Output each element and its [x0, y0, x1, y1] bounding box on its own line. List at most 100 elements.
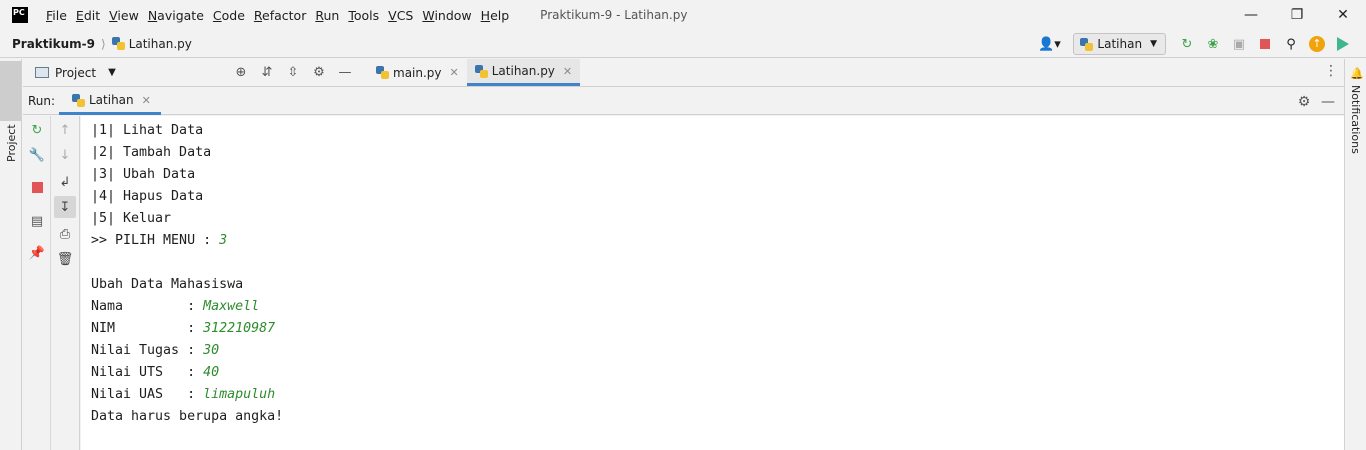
run-configuration-selector[interactable]: Latihan ▼ [1073, 33, 1166, 55]
console-line: |2| Tambah Data [91, 142, 1344, 164]
menu-item-view[interactable]: View [109, 8, 139, 23]
console-line: Data harus berupa angka! [91, 406, 1344, 428]
menu-mnemonic: C [212, 7, 222, 23]
close-tab-icon[interactable]: ✕ [563, 65, 572, 78]
arrow-up-icon[interactable]: ↑ [51, 119, 79, 141]
python-run-icon [72, 93, 85, 107]
locate-icon[interactable]: ⊕ [228, 65, 254, 80]
menu-item-vcs[interactable]: VCS [388, 8, 413, 23]
console-output-text: Data harus berupa angka! [91, 409, 284, 424]
coverage-icon[interactable]: ▣ [1226, 30, 1252, 58]
collapse-all-icon[interactable]: ⇳ [280, 65, 306, 80]
soft-wrap-icon[interactable]: ↲ [51, 171, 79, 193]
menu-label-rest: indow [434, 7, 472, 23]
breadcrumb-file-label: Latihan.py [128, 36, 192, 51]
rerun-icon[interactable]: ↻ [23, 119, 51, 141]
arrow-down-icon[interactable]: ↓ [51, 144, 79, 166]
console-output-text: |1| Lihat Data [91, 123, 204, 138]
menu-item-file[interactable]: File [46, 8, 67, 23]
print-icon[interactable]: ⎙ [51, 223, 79, 245]
folder-icon [35, 67, 49, 78]
console-output-text: |4| Hapus Data [91, 189, 204, 204]
breadcrumb-file[interactable]: Latihan.py [111, 36, 192, 51]
close-tab-icon[interactable]: ✕ [142, 94, 151, 107]
run-config-label: Latihan [1097, 37, 1143, 51]
update-icon[interactable]: ↑ [1304, 30, 1330, 58]
python-run-config-icon [1080, 37, 1094, 51]
project-panel-tools: ⊕ ⇵ ⇳ ⚙ — [228, 59, 358, 86]
run-tab-label: Latihan [89, 93, 134, 107]
console-line: Nilai UAS : limapuluh [91, 384, 1344, 406]
console-output-text: |3| Ubah Data [91, 167, 196, 182]
menu-mnemonic: R [253, 7, 263, 23]
menu-item-navigate[interactable]: Navigate [148, 8, 204, 23]
console-output-text: Nilai UTS : [91, 365, 204, 380]
gear-icon[interactable]: ⚙ [306, 65, 332, 80]
search-icon[interactable]: ⚲ [1278, 30, 1304, 58]
console-output-text: Nilai Tugas : [91, 343, 204, 358]
chevron-down-icon[interactable]: ▼ [108, 67, 116, 78]
run-window-header: Run: Latihan ✕ ⚙ — [23, 88, 1344, 115]
menu-item-window[interactable]: Window [422, 8, 471, 23]
menu-item-edit[interactable]: Edit [76, 8, 100, 23]
tool-row: Project ▼ ⊕ ⇵ ⇳ ⚙ — main.py ✕ Latihan.py ✕ … [23, 59, 1344, 87]
project-tool-label[interactable]: Project [5, 124, 18, 162]
menu-label-rest: dit [83, 7, 101, 23]
bell-icon[interactable]: 🔔 [1350, 67, 1364, 80]
console-output-text: Nama : [91, 299, 204, 314]
expand-all-icon[interactable]: ⇵ [254, 65, 280, 80]
editor-tab[interactable]: main.py ✕ [368, 59, 467, 86]
close-icon[interactable]: ✕ [1320, 0, 1366, 30]
main-menu: File Edit View Navigate Code Refactor Run Tools… [46, 8, 518, 23]
breadcrumb-project[interactable]: Praktikum-9 [12, 37, 95, 51]
console-output-text: |5| Keluar [91, 211, 172, 226]
close-tab-icon[interactable]: ✕ [450, 66, 459, 79]
run-console-output[interactable]: |1| Lihat Data |2| Tambah Data |3| Ubah Da… [81, 116, 1344, 450]
stop-icon[interactable] [1252, 30, 1278, 58]
run-toolbar-secondary: ↑ ↓ ↲ ↧ ⎙ 🗑 [51, 116, 80, 450]
menu-label-rest: un [323, 7, 340, 23]
rerun-icon[interactable]: ↻ [1174, 30, 1200, 58]
menu-item-run[interactable]: Run [315, 8, 339, 23]
menu-label-rest: ools [353, 7, 380, 23]
pin-icon[interactable]: 📌 [23, 242, 51, 264]
wrench-icon[interactable]: 🔧 [23, 144, 51, 166]
project-panel-title[interactable]: Project [55, 66, 96, 80]
minimize-icon[interactable]: — [1228, 0, 1274, 30]
right-tool-stripe: 🔔 Notifications [1344, 59, 1366, 450]
window-title: Praktikum-9 - Latihan.py [540, 8, 688, 22]
run-tab-latihan[interactable]: Latihan ✕ [59, 88, 161, 115]
console-output-text: Ubah Data Mahasiswa [91, 277, 244, 292]
project-tool-tab[interactable] [0, 61, 21, 121]
menu-item-tools[interactable]: Tools [348, 8, 379, 23]
user-icon[interactable]: 👤▾ [1033, 30, 1065, 58]
more-options-icon[interactable]: ⋮ [1324, 63, 1338, 79]
console-output-text: |2| Tambah Data [91, 145, 212, 160]
jetbrains-plugin-icon[interactable] [1330, 30, 1356, 58]
chevron-down-icon: ▼ [1150, 39, 1157, 49]
editor-tabs: main.py ✕ Latihan.py ✕ [368, 59, 581, 86]
menu-label-rest: ode [221, 7, 245, 23]
editor-tab[interactable]: Latihan.py ✕ [466, 59, 581, 86]
console-user-input: 3 [219, 233, 228, 248]
debug-icon[interactable]: ❀ [1200, 30, 1226, 58]
restore-icon[interactable]: ❐ [1274, 0, 1320, 30]
scroll-to-end-icon[interactable]: ↧ [54, 196, 76, 218]
console-line: |3| Ubah Data [91, 164, 1344, 186]
python-file-icon [376, 66, 389, 79]
console-line: |4| Hapus Data [91, 186, 1344, 208]
gear-icon[interactable]: ⚙ [1292, 94, 1316, 110]
stop-icon[interactable] [23, 176, 51, 198]
menu-item-code[interactable]: Code [213, 8, 245, 23]
run-label: Run: [28, 94, 56, 108]
notifications-tool-label[interactable]: Notifications [1349, 85, 1362, 154]
hide-icon[interactable]: — [1316, 94, 1340, 110]
hide-icon[interactable]: — [332, 65, 358, 80]
menu-item-help[interactable]: Help [481, 8, 510, 23]
menu-item-refactor[interactable]: Refactor [254, 8, 306, 23]
layout-icon[interactable]: ▤ [23, 210, 51, 232]
trash-icon[interactable]: 🗑 [51, 248, 79, 270]
console-user-input: 40 [203, 365, 220, 380]
console-line: |1| Lihat Data [91, 120, 1344, 142]
